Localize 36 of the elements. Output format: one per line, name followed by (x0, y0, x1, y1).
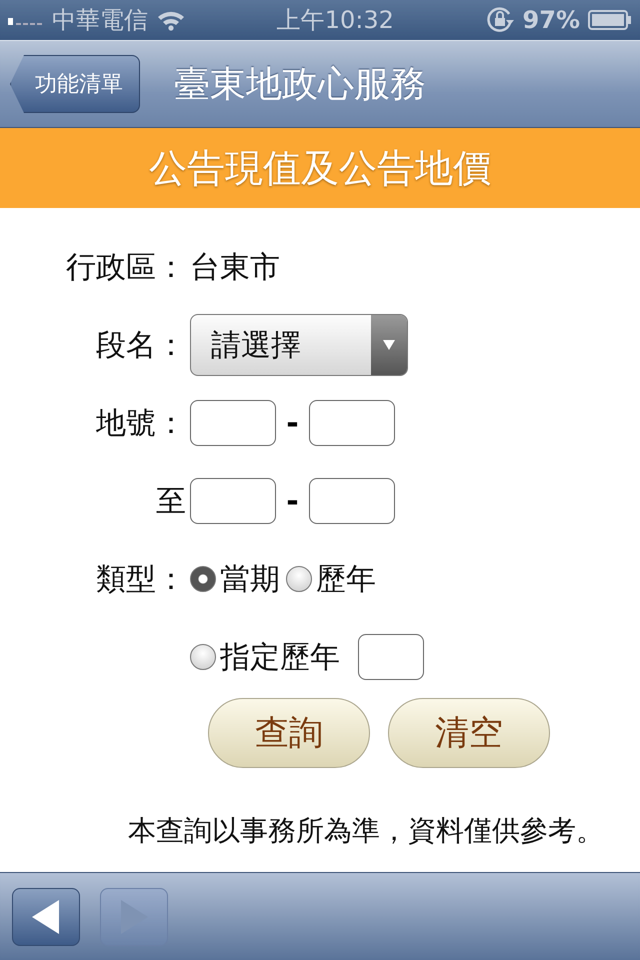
separator-text: - (285, 406, 300, 440)
radio-label: 當期 (220, 560, 280, 598)
section-label: 段名： (95, 326, 187, 364)
rotation-lock-icon (484, 5, 515, 35)
right-arrow-icon (119, 898, 149, 934)
caret-icon (382, 339, 396, 351)
clock-time: 上午10:32 (276, 5, 394, 36)
input-field[interactable] (190, 400, 276, 446)
radio-label: 指定歷年 (220, 638, 340, 676)
radio-button[interactable] (190, 644, 216, 670)
lot-number-label: 至 (155, 482, 187, 520)
input-field[interactable] (190, 478, 276, 524)
left-arrow-icon (31, 898, 61, 934)
year-input-field[interactable] (358, 634, 424, 680)
type-label: 類型： (95, 560, 187, 598)
input-field[interactable] (309, 400, 395, 446)
back-button[interactable]: 功能清單 (10, 55, 140, 113)
separator-text: - (285, 484, 300, 518)
section-dropdown[interactable]: 請選擇 (190, 314, 408, 376)
back-nav-button[interactable] (12, 888, 80, 946)
query-button[interactable]: 查詢 (208, 698, 370, 768)
section-banner: 公告現值及公告地價 (0, 128, 640, 208)
input-field[interactable] (309, 478, 395, 524)
carrier-name: 中華電信 (52, 5, 148, 36)
wifi-icon (156, 9, 186, 31)
district-label: 行政區： (65, 248, 187, 286)
radio-button[interactable] (286, 566, 312, 592)
battery-icon (588, 10, 632, 30)
page-title: 臺東地政心服務 (174, 62, 426, 106)
lot-number-label: 地號： (95, 404, 187, 442)
radio-label: 歷年 (316, 560, 376, 598)
battery-percent: 97% (522, 6, 580, 34)
clear-button[interactable]: 清空 (388, 698, 550, 768)
disclaimer-text: 本查詢以事務所為準，資料僅供參考。 (127, 813, 605, 849)
district-value: 台東市 (190, 248, 280, 286)
radio-button[interactable] (190, 566, 216, 592)
